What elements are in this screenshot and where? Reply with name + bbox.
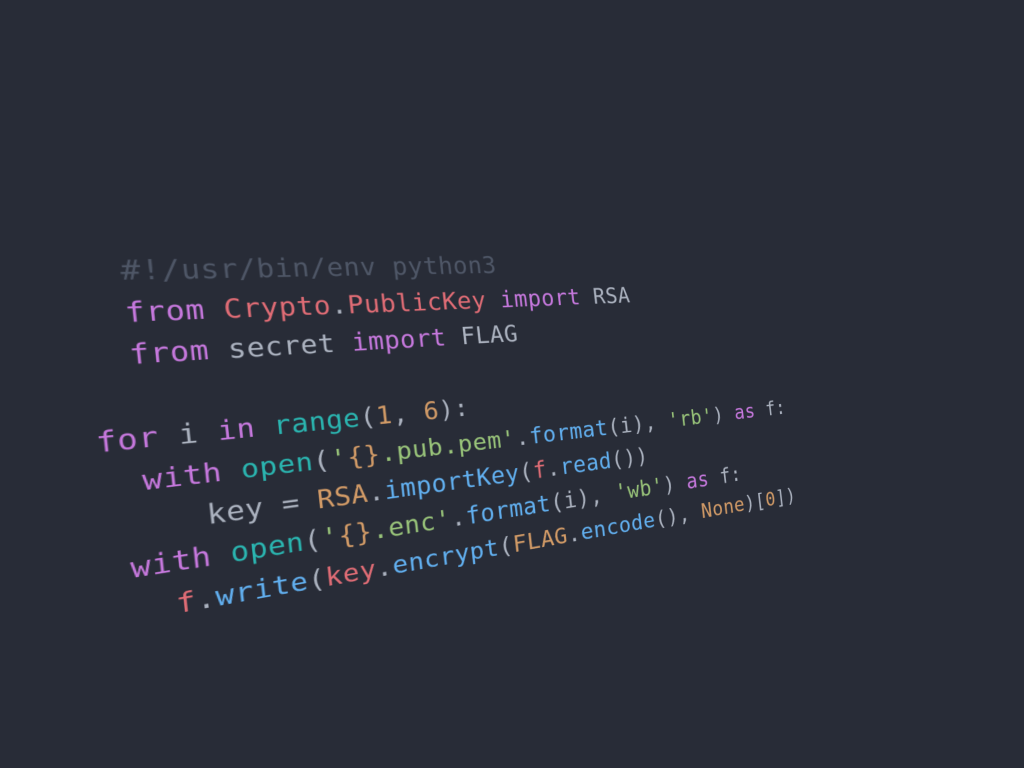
code-token-punct: ) (661, 470, 688, 498)
code-token-punct: ): (437, 394, 471, 425)
code-token-keyword: from (127, 335, 211, 371)
code-token-punct: ()) (610, 443, 650, 474)
code-token-string: 'rb' (666, 403, 715, 433)
code-token-method: read (558, 447, 613, 481)
code-token-keyword: import (350, 323, 448, 358)
code-token-module: Crypto (222, 291, 333, 325)
code-token-method: format (527, 415, 610, 450)
code-token-keyword: from (123, 294, 207, 329)
code-token-const: FLAG (511, 522, 570, 559)
code-token-punct: = (262, 485, 319, 523)
code-token-punct: , (390, 398, 426, 430)
code-token-plain: f: (718, 462, 743, 489)
code-token-module: PublicKey (345, 287, 488, 320)
code-token-builtin: open (239, 446, 315, 486)
code-token-plain: f: (764, 396, 787, 421)
code-token-string: 'wb' (613, 473, 665, 506)
code-token-punct: ) (711, 401, 736, 428)
screenshot-canvas: #!/usr/bin/env python3 from Crypto.Publi… (0, 0, 1024, 768)
code-token-builtin: range (271, 403, 362, 442)
code-token-keyword: import (498, 284, 582, 314)
code-token-keyword: as (732, 399, 757, 425)
code-token-keyword: for (94, 421, 161, 460)
perspective-viewport: #!/usr/bin/env python3 from Crypto.Publi… (0, 0, 1024, 768)
code-token-punct: ), (575, 480, 617, 513)
code-token-builtin: open (228, 526, 306, 569)
code-token-punct: ), (630, 408, 670, 438)
code-token-plain: key (205, 492, 266, 532)
code-token-punct: )[ (743, 488, 767, 516)
code-block[interactable]: #!/usr/bin/env python3 from Crypto.Publi… (76, 247, 797, 637)
code-token-keyword: as (685, 466, 711, 495)
code-token-punct: (), (653, 499, 703, 533)
code-token-keyword: in (215, 412, 257, 448)
code-token-plain: RSA (591, 283, 632, 310)
code-token-plain: FLAG (459, 320, 520, 351)
code-token-object: key (324, 554, 378, 593)
code-token-brace: {} (345, 439, 382, 473)
code-token-const: None (699, 492, 746, 524)
code-token-comment: #!/usr/bin/env python3 (76, 252, 498, 288)
code-token-plain: secret (226, 329, 337, 365)
code-token-brace: {} (337, 516, 374, 552)
code-token-punct: ]) (774, 483, 797, 510)
code-token-keyword: with (140, 456, 224, 498)
code-token-class: RSA (315, 479, 370, 516)
